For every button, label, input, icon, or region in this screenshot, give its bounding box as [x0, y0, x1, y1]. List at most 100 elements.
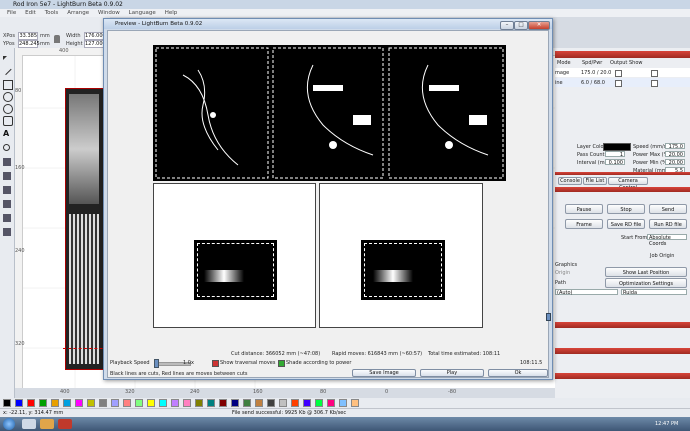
menu-arrange[interactable]: Arrange: [67, 9, 89, 17]
palette-swatch[interactable]: [339, 399, 347, 407]
ypos-field[interactable]: 248.245: [18, 40, 40, 48]
palette-swatch[interactable]: [195, 399, 203, 407]
palette-swatch[interactable]: [267, 399, 275, 407]
ok-button[interactable]: Ok: [488, 369, 548, 377]
preview-scrub-handle[interactable]: [546, 313, 551, 321]
palette-swatch[interactable]: [255, 399, 263, 407]
tab-camera-control[interactable]: Camera Control: [608, 177, 648, 191]
palette-swatch[interactable]: [75, 399, 83, 407]
rotate-tool-icon[interactable]: [3, 228, 11, 236]
taskbar-app-icon[interactable]: [58, 419, 72, 429]
output-checkbox[interactable]: [615, 80, 622, 87]
palette-swatch[interactable]: [171, 399, 179, 407]
menu-window[interactable]: Window: [98, 9, 120, 17]
minimize-button[interactable]: –: [500, 21, 514, 30]
palette-swatch[interactable]: [303, 399, 311, 407]
maximize-button[interactable]: □: [514, 21, 528, 30]
shade-power-checkbox[interactable]: [278, 360, 285, 367]
palette-swatch[interactable]: [207, 399, 215, 407]
palette-swatch[interactable]: [315, 399, 323, 407]
show-checkbox[interactable]: [651, 70, 658, 77]
palette-swatch[interactable]: [279, 399, 287, 407]
palette-swatch[interactable]: [243, 399, 251, 407]
menu-tools[interactable]: Tools: [45, 9, 59, 17]
show-checkbox[interactable]: [651, 80, 658, 87]
menu-edit[interactable]: Edit: [25, 9, 36, 17]
width-field[interactable]: 176.000: [84, 32, 106, 40]
speed-field[interactable]: 175.0: [665, 143, 685, 150]
lock-icon[interactable]: [54, 35, 60, 43]
start-button[interactable]: [3, 418, 15, 430]
output-checkbox[interactable]: [615, 70, 622, 77]
palette-swatch[interactable]: [159, 399, 167, 407]
start-from-select[interactable]: Absolute Coords: [647, 234, 687, 247]
send-button[interactable]: Send: [649, 204, 687, 214]
edit-nodes-icon[interactable]: [2, 65, 12, 76]
palette-swatch[interactable]: [327, 399, 335, 407]
playback-speed-thumb[interactable]: [154, 359, 159, 368]
polyline-tool-icon[interactable]: [3, 116, 13, 126]
menu-help[interactable]: Help: [165, 9, 178, 17]
tab-console[interactable]: Console: [558, 177, 582, 185]
layer-color-swatch[interactable]: [603, 143, 631, 151]
palette-swatch[interactable]: [51, 399, 59, 407]
power-min-field[interactable]: 20.00: [665, 159, 685, 166]
palette-swatch[interactable]: [291, 399, 299, 407]
cuts-row[interactable]: ine 6.0 / 68.0: [555, 78, 690, 87]
palette-swatch[interactable]: [63, 399, 71, 407]
preview-title-bar[interactable]: Preview - LightBurn Beta 0.9.02 – □ ✕: [104, 19, 552, 30]
palette-swatch[interactable]: [3, 399, 11, 407]
palette-swatch[interactable]: [27, 399, 35, 407]
canvas-artwork[interactable]: [65, 88, 105, 370]
total-time-text: Total time estimated: 108:11: [428, 351, 501, 357]
save-rd-button[interactable]: Save RD file: [607, 219, 645, 229]
palette-swatch[interactable]: [99, 399, 107, 407]
menu-file[interactable]: File: [7, 9, 16, 17]
taskbar-app-icon[interactable]: [22, 419, 36, 429]
text-tool-icon[interactable]: A: [3, 130, 11, 138]
device-type-select[interactable]: Ruida: [621, 289, 687, 296]
show-last-position-button[interactable]: Show Last Position: [605, 267, 687, 277]
palette-swatch[interactable]: [39, 399, 47, 407]
stop-button[interactable]: Stop: [607, 204, 645, 214]
power-max-field[interactable]: 20.00: [665, 151, 685, 158]
palette-swatch[interactable]: [351, 399, 359, 407]
polygon-tool-icon[interactable]: [3, 104, 13, 114]
pass-count-field[interactable]: 1: [605, 151, 625, 158]
frame-button[interactable]: Frame: [565, 219, 603, 229]
circular-array-icon[interactable]: [3, 186, 11, 194]
show-traversal-checkbox[interactable]: [212, 360, 219, 367]
save-image-button[interactable]: Save Image: [352, 369, 416, 377]
pause-button[interactable]: Pause: [565, 204, 603, 214]
palette-swatch[interactable]: [231, 399, 239, 407]
height-field[interactable]: 127.000: [84, 40, 106, 48]
cuts-row[interactable]: mage 175.0 / 20.0: [555, 68, 690, 77]
play-button[interactable]: Play: [420, 369, 484, 377]
optimization-settings-button[interactable]: Optimization Settings: [605, 278, 687, 288]
xpos-field[interactable]: 33.385: [18, 32, 38, 40]
palette-swatch[interactable]: [219, 399, 227, 407]
measure-tool-icon[interactable]: [3, 158, 11, 166]
palette-swatch[interactable]: [183, 399, 191, 407]
select-tool-icon[interactable]: [3, 56, 7, 60]
run-rd-button[interactable]: Run RD file: [649, 219, 687, 229]
device-select[interactable]: (Auto): [555, 289, 618, 296]
taskbar-app-icon[interactable]: [40, 419, 54, 429]
palette-swatch[interactable]: [123, 399, 131, 407]
palette-swatch[interactable]: [135, 399, 143, 407]
rectangle-tool-icon[interactable]: [3, 80, 13, 90]
palette-swatch[interactable]: [87, 399, 95, 407]
palette-swatch[interactable]: [15, 399, 23, 407]
flip-tool-icon[interactable]: [3, 214, 11, 222]
grid-array-icon[interactable]: [3, 172, 11, 180]
tab-file-list[interactable]: File List: [583, 177, 607, 185]
palette-swatch[interactable]: [111, 399, 119, 407]
position-tool-icon[interactable]: [3, 144, 10, 151]
close-button[interactable]: ✕: [528, 21, 550, 30]
interval-field[interactable]: 0.100: [605, 159, 625, 166]
palette-swatch[interactable]: [147, 399, 155, 407]
ellipse-tool-icon[interactable]: [3, 92, 13, 102]
menu-bar: File Edit Tools Arrange Window Language …: [0, 9, 690, 17]
align-tool-icon[interactable]: [3, 200, 11, 208]
menu-language[interactable]: Language: [129, 9, 156, 17]
